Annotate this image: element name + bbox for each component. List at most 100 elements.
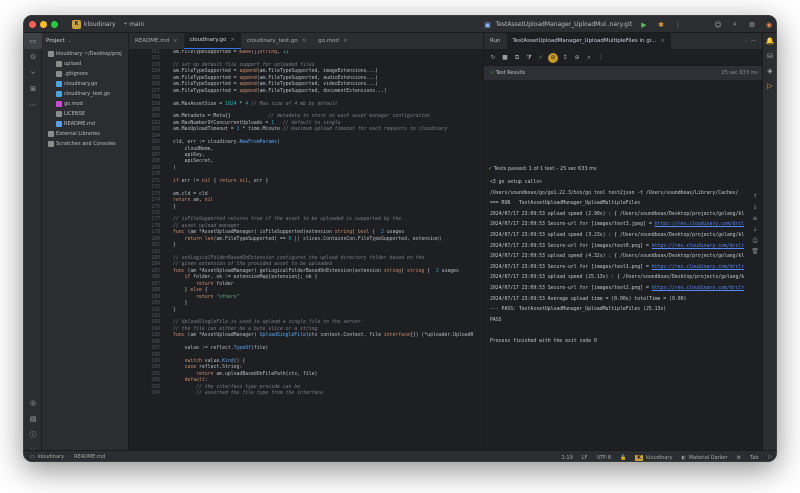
editor-tab[interactable]: README.md × — [129, 33, 184, 49]
up-arrow-icon[interactable]: ↑ — [752, 193, 757, 204]
search-icon[interactable]: ⌕ — [730, 20, 740, 30]
zoom-window-button[interactable] — [51, 20, 58, 28]
tree-item[interactable]: upload — [42, 59, 128, 69]
caret-position[interactable]: 1:19 — [562, 455, 573, 461]
down-arrow-icon[interactable]: ↓ — [752, 204, 757, 215]
show-ignored-icon[interactable]: ⊘ — [548, 52, 558, 63]
close-window-button[interactable] — [29, 20, 36, 28]
minimize-window-button[interactable] — [40, 20, 47, 28]
settings-icon[interactable]: ⚙ — [737, 455, 741, 461]
settings-icon[interactable]: ⚙ — [747, 20, 757, 30]
tree-item[interactable]: Scratches and Consoles — [42, 139, 128, 149]
stop-icon[interactable]: ■ — [500, 53, 510, 63]
trash-icon[interactable]: 🗑 — [751, 248, 759, 259]
project-badge[interactable]: K — [72, 19, 81, 29]
run-icon[interactable]: ▶ — [639, 20, 649, 30]
notification-icon[interactable]: ⚐ — [768, 455, 772, 461]
database-icon[interactable]: ⛁ — [763, 48, 776, 63]
tree-item[interactable]: kloudinary ~/Desktop/proj — [42, 49, 128, 59]
scroll-end-icon[interactable]: ⇣ — [752, 226, 757, 237]
title-bar: K kloudinary ⑂ main ▣ TestAssetUploadMan… — [24, 16, 776, 33]
commit-tool-icon[interactable]: ⊙ — [24, 49, 42, 65]
breadcrumb-project[interactable]: kloudinary — [38, 454, 64, 460]
sort-icon[interactable]: ↕ — [560, 53, 570, 63]
console-output[interactable]: <3 go setup calls> /Users/soundboax/go/go… — [484, 178, 744, 450]
status-project[interactable]: kloudinary — [646, 455, 672, 461]
run-config-selector[interactable]: TestAssetUploadManager_UploadMul..nary.g… — [496, 21, 632, 28]
editor-tab[interactable]: cloudinary.go × — [183, 33, 241, 49]
tree-item[interactable]: go.mod — [42, 99, 128, 109]
editor-tab[interactable]: cloudinary_test.go × — [241, 33, 312, 49]
services-tool-icon[interactable]: ◎ — [24, 395, 42, 411]
tree-item-label: Scratches and Consoles — [56, 141, 116, 147]
structure-tool-icon[interactable]: ⊞ — [24, 81, 42, 97]
editor-tab-label: README.md — [135, 37, 170, 44]
line-number-gutter: 151 152 153 154 155 156 157 158 159 160 161 162 163 1… — [129, 50, 165, 450]
code-view[interactable]: am.FileTypeSupported = make([]string, 1)… — [173, 50, 483, 450]
code-line: // asserted the file type from the inter… — [196, 391, 324, 397]
ai-assistant-icon[interactable]: ◉ — [764, 20, 774, 30]
debug-icon[interactable]: ✱ — [656, 20, 666, 30]
breadcrumb-file[interactable]: README.md — [74, 454, 105, 460]
check-icon[interactable]: ✓ — [536, 53, 546, 63]
left-tool-strip: ▭ ⊙ ⑂ ⊞ ⋯ ◎ ▤ ⓘ ⑂ — [24, 33, 42, 455]
close-tab-icon[interactable]: × — [173, 38, 178, 44]
coverage-icon[interactable]: ⧉ — [512, 53, 522, 63]
run-toolbar: ↻ ■ ⧉ ⧩ ✓ ⊘ ↕ ⊕ ⌕ ⋮ — [484, 50, 764, 66]
notifications-icon[interactable]: 🔔 — [763, 33, 776, 48]
status-bar: ▭ kloudinary › README.md 1:19 LF UTF-8 🔓… — [24, 450, 776, 461]
file-encoding[interactable]: UTF-8 — [596, 455, 611, 461]
rerun-icon[interactable]: ↻ — [488, 53, 498, 63]
search-icon[interactable]: ⌕ — [584, 53, 594, 63]
close-tab-icon[interactable]: × — [302, 38, 307, 44]
more-options-icon[interactable]: ⋮ — — [743, 38, 756, 44]
pass-icon: ✓ — [490, 70, 495, 76]
tree-item[interactable]: cloudinary.go — [42, 79, 128, 89]
line-number: 204 — [151, 391, 160, 397]
close-tab-icon[interactable]: × — [230, 37, 235, 43]
code-line: func (am *AssetUploadManager) UploadSing… — [173, 333, 474, 339]
tree-item[interactable]: LICENSE — [42, 109, 128, 119]
expand-icon[interactable]: ⊕ — [572, 53, 582, 63]
more-icon[interactable]: ⋮ — [596, 53, 606, 63]
filter-icon[interactable]: ⧩ — [524, 53, 534, 63]
project-tool-icon[interactable]: ▭ — [24, 33, 42, 49]
editor-tab-label: cloudinary.go — [189, 37, 227, 43]
problems-tool-icon[interactable]: ⓘ — [24, 427, 42, 443]
vcs-tool-icon[interactable]: ⑂ — [24, 65, 42, 81]
run-config-tab[interactable]: TestAssetUploadManager_UploadMultipleFil… — [506, 33, 672, 50]
line-separator[interactable]: LF — [582, 455, 588, 461]
close-icon[interactable]: × — [661, 38, 666, 44]
tree-item[interactable]: cloudinary_test.go — [42, 89, 128, 99]
close-tab-icon[interactable]: × — [343, 38, 348, 44]
project-panel-header[interactable]: Project ⌄ — [42, 33, 128, 49]
project-panel-title: Project — [46, 38, 65, 44]
more-tools-icon[interactable]: ⋯ — [24, 97, 42, 113]
test-results-row[interactable]: ✓ Test Results 25 sec 633 ms — [484, 66, 764, 80]
branch-selector[interactable]: main — [129, 21, 144, 28]
print-icon[interactable]: ⎙ — [753, 237, 758, 248]
soft-wrap-icon[interactable]: ≡ — [752, 215, 757, 226]
run-tool-tab[interactable]: Run — [484, 38, 507, 44]
file-icon — [56, 121, 62, 127]
indent-setting[interactable]: Tab — [750, 455, 758, 461]
tests-passed-status: ✓ Tests passed: 1 of 1 test – 25 sec 633… — [488, 166, 597, 172]
tree-item[interactable]: README.md — [42, 119, 128, 129]
lock-icon[interactable]: 🔓 — [620, 455, 626, 461]
project-selector[interactable]: kloudinary — [84, 21, 116, 28]
add-user-icon[interactable]: ☺ — [713, 20, 723, 30]
test-results-time: 25 sec 633 ms — [721, 70, 758, 76]
gradle-icon[interactable]: ◈ — [763, 63, 776, 78]
terminal-tool-icon[interactable]: ▤ — [24, 411, 42, 427]
console-line: 2024/07/17 23:09:53 upload speed (25.13s… — [490, 275, 744, 281]
run-tool-icon[interactable]: ▷ — [763, 78, 776, 93]
console-line: === RUN TestAssetUploadManager_UploadMul… — [490, 201, 641, 207]
pass-icon: ✓ — [488, 166, 493, 172]
chevron-down-icon: ⌄ — [67, 38, 73, 44]
theme-selector[interactable]: Material Darker — [689, 455, 728, 461]
more-actions-icon[interactable]: ⋮ — [673, 20, 683, 30]
tree-item[interactable]: .gitignore — [42, 69, 128, 79]
tree-item[interactable]: External Libraries — [42, 129, 128, 139]
editor-tab[interactable]: go.mod × — [312, 33, 353, 49]
